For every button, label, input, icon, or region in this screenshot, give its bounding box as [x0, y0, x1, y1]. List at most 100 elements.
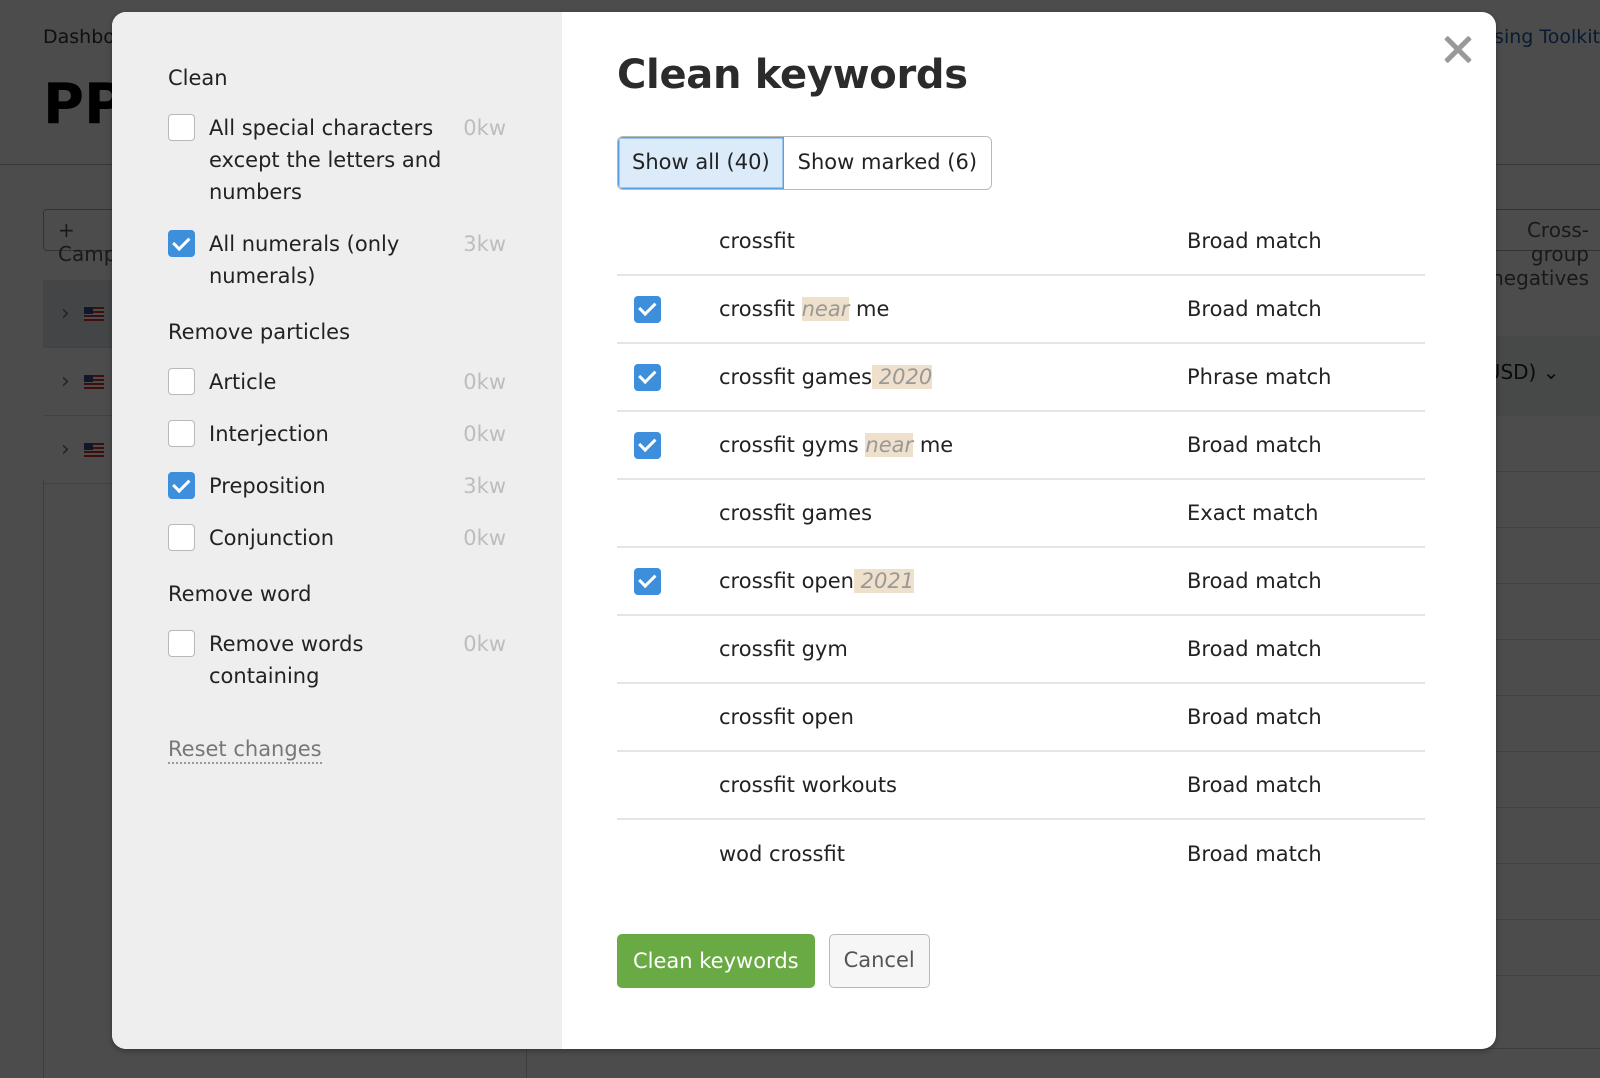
modal-title: Clean keywords [617, 52, 968, 98]
keyword-highlight: near [801, 297, 850, 321]
keyword-part: crossfit open [719, 569, 854, 593]
keyword-checkbox[interactable] [634, 431, 661, 459]
option-label: Interjection [209, 422, 329, 446]
keyword-row[interactable]: crossfit games Exact match [617, 480, 1425, 548]
keyword-checkbox[interactable] [634, 228, 661, 255]
keyword-part: crossfit games [719, 365, 873, 389]
option-count: 3kw [463, 232, 506, 256]
keyword-part: crossfit open [719, 705, 854, 729]
keyword-checkbox-cell [617, 228, 719, 255]
keyword-text: crossfit games [719, 501, 1187, 525]
keyword-part: me [913, 433, 954, 457]
keyword-row[interactable]: crossfit Broad match [617, 208, 1425, 276]
keyword-part: crossfit gyms [719, 433, 866, 457]
keyword-checkbox[interactable] [634, 295, 661, 323]
clean-keywords-modal: Clean All special characters except the l… [112, 12, 1496, 1049]
option-checkbox[interactable] [168, 230, 195, 257]
section-title: Clean [168, 66, 228, 90]
filter-tabs: Show all (40) Show marked (6) [617, 136, 993, 190]
keyword-checkbox-cell [617, 704, 719, 731]
keyword-part: crossfit [719, 229, 795, 253]
keyword-row[interactable]: crossfit gym Broad match [617, 616, 1425, 684]
match-type: Broad match [1187, 705, 1322, 729]
keywords-table: crossfit Broad match crossfit near me Broad… [617, 208, 1425, 888]
keyword-checkbox[interactable] [634, 841, 661, 868]
keyword-checkbox[interactable] [634, 704, 661, 731]
option-checkbox[interactable] [168, 368, 195, 395]
keyword-row[interactable]: crossfit near me Broad match [617, 276, 1425, 344]
keyword-checkbox-cell [617, 841, 719, 868]
keyword-highlight: 2021 [854, 569, 915, 593]
keyword-checkbox[interactable] [634, 363, 661, 391]
option-count: 3kw [463, 474, 506, 498]
match-type: Broad match [1187, 433, 1322, 457]
clean-option[interactable]: All special characters except the letter… [168, 112, 506, 208]
keyword-part: wod crossfit [719, 842, 845, 866]
keyword-part: crossfit [719, 297, 802, 321]
option-label: Conjunction [209, 526, 335, 550]
keyword-row[interactable]: crossfit open 2021 Broad match [617, 548, 1425, 616]
tab-show-marked[interactable]: Show marked (6) [783, 137, 992, 189]
clean-option[interactable]: Conjunction 0kw [168, 522, 506, 554]
option-checkbox[interactable] [168, 420, 195, 447]
keyword-checkbox-cell [617, 363, 719, 391]
keyword-highlight: 2020 [872, 365, 933, 389]
keyword-text: crossfit gym [719, 637, 1187, 661]
modal-actions: Clean keywords Cancel [617, 934, 930, 988]
keyword-text: crossfit open 2021 [719, 569, 1187, 593]
keyword-checkbox[interactable] [634, 772, 661, 799]
option-label: Remove words containing [209, 632, 364, 688]
option-checkbox[interactable] [168, 630, 195, 657]
cancel-button[interactable]: Cancel [828, 934, 930, 988]
keyword-checkbox-cell [617, 295, 719, 323]
keyword-text: crossfit games 2020 [719, 365, 1187, 389]
keyword-text: crossfit [719, 229, 1187, 253]
clean-option[interactable]: Article 0kw [168, 366, 506, 398]
option-count: 0kw [463, 422, 506, 446]
keyword-checkbox-cell [617, 431, 719, 459]
tab-show-all[interactable]: Show all (40) [618, 137, 784, 189]
match-type: Exact match [1187, 501, 1319, 525]
option-checkbox[interactable] [168, 524, 195, 551]
keyword-text: crossfit workouts [719, 773, 1187, 797]
keyword-row[interactable]: crossfit open Broad match [617, 684, 1425, 752]
reset-changes-link[interactable]: Reset changes [168, 736, 322, 764]
option-label: Preposition [209, 474, 326, 498]
close-icon[interactable] [1438, 30, 1478, 70]
modal-main: Clean keywords Show all (40) Show marked… [562, 12, 1496, 1049]
option-count: 0kw [463, 526, 506, 550]
keyword-part: me [849, 297, 890, 321]
section-title: Remove particles [168, 320, 351, 344]
keyword-part: crossfit gym [719, 637, 848, 661]
keyword-highlight: near [865, 433, 914, 457]
keyword-text: wod crossfit [719, 842, 1187, 866]
keyword-checkbox[interactable] [634, 636, 661, 663]
clean-option[interactable]: Interjection 0kw [168, 418, 506, 450]
keyword-row[interactable]: wod crossfit Broad match [617, 820, 1425, 888]
keyword-checkbox-cell [617, 772, 719, 799]
clean-options-list: Clean All special characters except the l… [168, 66, 506, 720]
keyword-row[interactable]: crossfit gyms near me Broad match [617, 412, 1425, 480]
keyword-checkbox-cell [617, 500, 719, 527]
match-type: Broad match [1187, 297, 1322, 321]
clean-keywords-button[interactable]: Clean keywords [617, 934, 815, 988]
clean-option[interactable]: All numerals (only numerals) 3kw [168, 228, 506, 292]
option-checkbox[interactable] [168, 472, 195, 499]
match-type: Broad match [1187, 569, 1322, 593]
keyword-row[interactable]: crossfit workouts Broad match [617, 752, 1425, 820]
clean-option[interactable]: Preposition 3kw [168, 470, 506, 502]
option-count: 0kw [463, 632, 506, 656]
match-type: Broad match [1187, 229, 1322, 253]
keyword-checkbox-cell [617, 636, 719, 663]
keyword-checkbox[interactable] [634, 500, 661, 527]
keyword-checkbox-cell [617, 567, 719, 595]
section-title: Remove word [168, 582, 312, 606]
match-type: Broad match [1187, 637, 1322, 661]
keyword-checkbox[interactable] [634, 567, 661, 595]
keyword-part: crossfit games [719, 501, 873, 525]
option-checkbox[interactable] [168, 114, 195, 141]
clean-option[interactable]: Remove words containing 0kw [168, 628, 506, 692]
keyword-row[interactable]: crossfit games 2020 Phrase match [617, 344, 1425, 412]
